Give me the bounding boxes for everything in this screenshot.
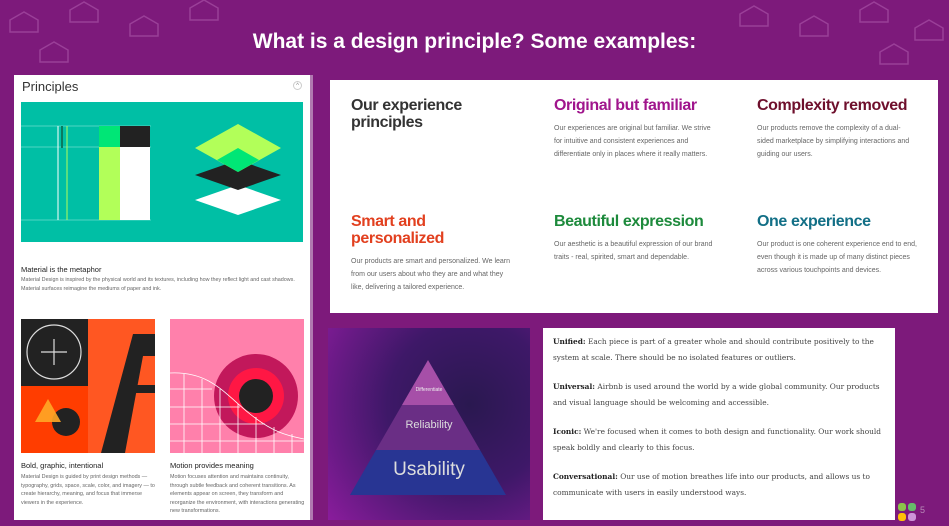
principle-paragraph: Iconic: We're focused when it comes to b… [553,424,885,455]
pyramid-label: Usability [393,459,465,480]
principle-body: Our product is one coherent experience e… [757,241,917,274]
principle-term: Iconic: [553,427,582,436]
principle-text: We're focused when it comes to both desi… [553,427,881,452]
principle-title: Beautiful expression [554,213,704,230]
principle-text: Each piece is part of a greater whole an… [553,337,874,362]
material-principles-panel: Principles ^ Material is the metaphor Ma… [14,75,313,520]
principle-paragraph: Unified: Each piece is part of a greater… [553,334,885,365]
principle-term: Universal: [553,382,596,391]
principle-title: Original but familiar [554,97,697,114]
principle-title: Complexity removed [757,97,908,114]
principle-paragraph: Conversational: Our use of motion breath… [553,469,885,500]
experience-heading: Our experience principles [351,97,462,131]
experience-principles-panel: Our experience principles Original but f… [330,80,938,313]
pyramid-diagram: Differentiate Reliability Usability [328,328,530,520]
item-body: Material Design is guided by print desig… [21,474,155,506]
motion-illustration [170,319,304,453]
item-title: Bold, graphic, intentional [21,461,104,470]
pyramid-level-top [402,360,454,405]
bold-graphic-illustration [21,319,155,453]
principle-paragraph: Universal: Airbnb is used around the wor… [553,379,885,410]
pyramid-label: Differentiate [415,387,443,393]
panel-header: Principles [22,79,79,94]
metaphor-illustration [21,102,303,242]
pyramid-label: Reliability [405,419,453,431]
principle-body: Our products are smart and personalized.… [351,258,511,291]
principle-title: Smart and personalized [351,213,445,247]
item-title: Material is the metaphor [21,265,102,274]
principle-body: Our products remove the complexity of a … [757,125,910,158]
item-title: Motion provides meaning [170,461,254,470]
collapse-icon[interactable]: ^ [293,81,302,90]
principle-text: Airbnb is used around the world by a wid… [553,382,880,407]
principle-body: Our aesthetic is a beautiful expression … [554,241,713,261]
principle-title: One experience [757,213,871,230]
item-body: Motion focuses attention and maintains c… [170,474,305,515]
item-body: Material Design is inspired by the physi… [21,277,295,292]
page-number: 5 [920,505,926,515]
brand-logo-icon [898,503,916,521]
principle-body: Our experiences are original but familia… [554,125,711,158]
airbnb-principles-panel: Unified: Each piece is part of a greater… [543,328,895,520]
slide-title: What is a design principle? Some example… [252,30,697,53]
principle-term: Unified: [553,337,586,346]
principle-term: Conversational: [553,472,618,481]
